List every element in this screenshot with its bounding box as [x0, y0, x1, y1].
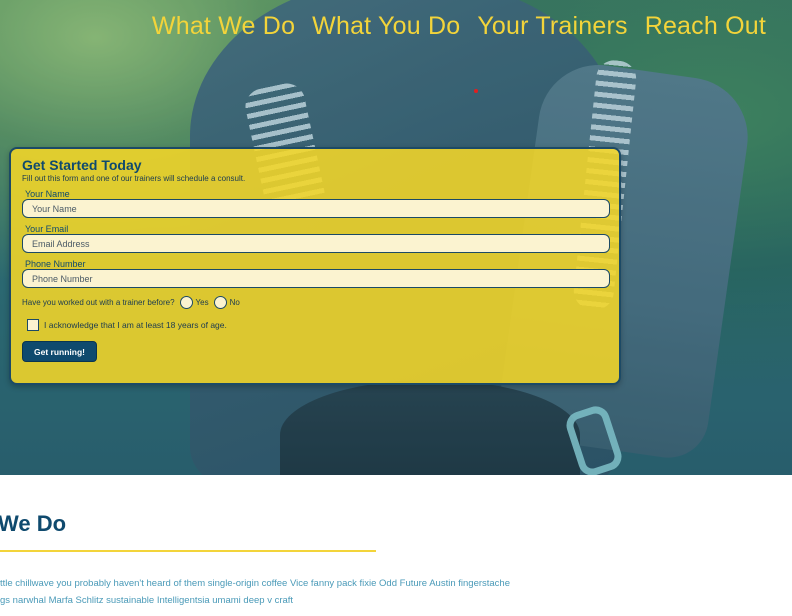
main-nav: What We Do What You Do Your Trainers Rea… — [152, 12, 766, 41]
section-divider — [0, 550, 376, 552]
yes-radio-label: Yes — [195, 298, 209, 307]
email-field[interactable] — [22, 234, 610, 253]
no-radio[interactable] — [213, 296, 227, 309]
nav-link-your-trainers[interactable]: Your Trainers — [477, 12, 627, 41]
nav-link-what-we-do[interactable]: What We Do — [152, 12, 295, 41]
age-acknowledge-row: I acknowledge that I am at least 18 year… — [27, 319, 608, 331]
what-we-do-section: We Do ttle chillwave you probably haven'… — [0, 475, 792, 616]
age-checkbox[interactable] — [27, 319, 39, 331]
get-running-button[interactable]: Get running! — [22, 341, 97, 362]
trainer-question-label: Have you worked out with a trainer befor… — [22, 298, 175, 307]
section-body-text: ttle chillwave you probably haven't hear… — [0, 575, 510, 609]
nav-link-what-you-do[interactable]: What You Do — [312, 12, 460, 41]
form-subtitle: Fill out this form and one of our traine… — [22, 174, 246, 183]
yes-radio[interactable] — [179, 296, 193, 309]
trainer-question: Have you worked out with a trainer befor… — [22, 296, 608, 309]
section-text-line: ttle chillwave you probably haven't hear… — [0, 578, 511, 589]
form-title: Get Started Today — [22, 157, 142, 173]
age-checkbox-label: I acknowledge that I am at least 18 year… — [44, 320, 227, 330]
hero-banner: What We Do What You Do Your Trainers Rea… — [0, 0, 792, 475]
cursor-dot — [474, 89, 478, 93]
phone-field[interactable] — [22, 269, 610, 288]
no-radio-label: No — [229, 298, 240, 307]
signup-form: Get Started Today Fill out this form and… — [9, 147, 621, 385]
name-label: Your Name — [25, 189, 70, 199]
nav-link-reach-out[interactable]: Reach Out — [645, 12, 766, 41]
name-field[interactable] — [22, 199, 610, 218]
section-title: We Do — [0, 511, 67, 536]
email-label: Your Email — [25, 224, 69, 234]
phone-label: Phone Number — [25, 259, 86, 269]
section-text-line: gs narwhal Marfa Schlitz sustainable Int… — [0, 595, 294, 606]
